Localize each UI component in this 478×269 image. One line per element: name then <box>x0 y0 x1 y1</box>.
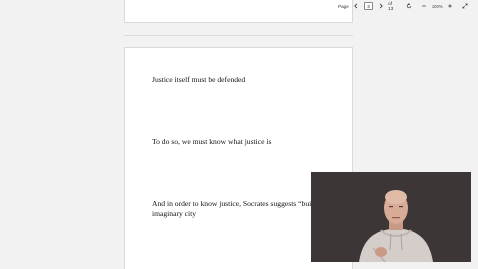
zoom-out-icon[interactable] <box>421 2 428 10</box>
previous-page <box>124 0 353 23</box>
fullscreen-icon[interactable] <box>462 2 469 10</box>
zoom-in-icon[interactable] <box>447 2 454 10</box>
presenter-video[interactable] <box>311 172 471 262</box>
page-divider <box>124 35 353 36</box>
chevron-left-icon[interactable] <box>353 2 360 10</box>
page-number-input[interactable] <box>363 2 373 10</box>
page-label: Page <box>338 3 349 9</box>
chevron-right-icon[interactable] <box>377 2 384 10</box>
viewer-toolbar: Page of 13 100% <box>338 0 478 12</box>
page-count-label: of 13 <box>388 1 394 11</box>
presenter-figure <box>311 172 471 262</box>
slide-text-line-2: To do so, we must know what justice is <box>152 137 272 146</box>
zoom-level: 100% <box>431 3 443 9</box>
rotate-icon[interactable] <box>405 2 412 10</box>
slide-text-line-1: Justice itself must be defended <box>152 75 246 84</box>
